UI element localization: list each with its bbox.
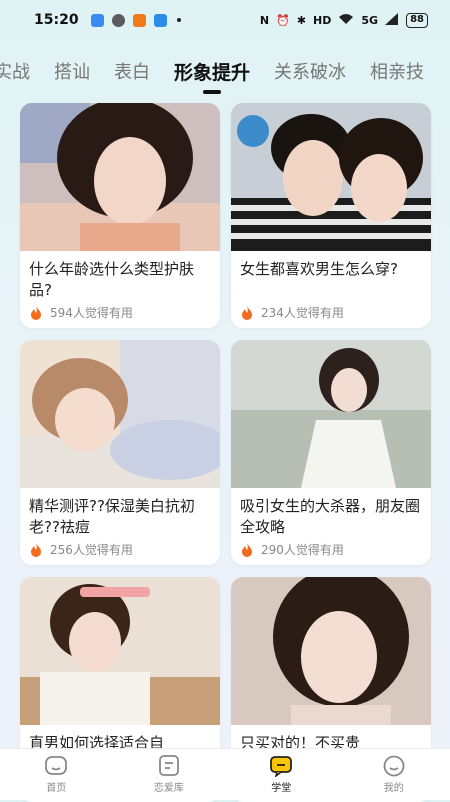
tab-image-improvement[interactable]: 形象提升 (174, 52, 250, 85)
flame-icon (240, 543, 254, 557)
article-likes: 256人觉得有用 (20, 538, 220, 561)
wifi-icon (338, 13, 354, 28)
nav-library[interactable]: 恋爱库 (129, 755, 209, 794)
nfc-icon: N (260, 14, 269, 27)
likes-count: 290人觉得有用 (261, 541, 344, 558)
nav-profile-label: 我的 (384, 779, 404, 794)
article-likes: 594人觉得有用 (20, 301, 220, 324)
nav-home-label: 首页 (46, 779, 66, 794)
category-tabs: 实战 搭讪 表白 形象提升 关系破冰 相亲技 (0, 52, 450, 92)
network-label: 5G (361, 14, 378, 27)
library-icon (157, 755, 181, 777)
flame-icon (29, 306, 43, 320)
signal-icon (385, 13, 399, 28)
article-card[interactable]: 女生都喜欢男生怎么穿? 234人觉得有用 (231, 103, 431, 328)
article-title: 什么年龄选什么类型护肤品? (20, 251, 220, 301)
nav-home[interactable]: 首页 (16, 755, 96, 794)
more-notifications-icon (177, 18, 181, 22)
article-thumbnail (20, 340, 220, 488)
article-title: 吸引女生的大杀器，朋友圈全攻略 (231, 488, 431, 538)
article-likes: 290人觉得有用 (231, 538, 431, 561)
article-title: 精华测评??保湿美白抗初老??祛痘 (20, 488, 220, 538)
bottom-navigation: 首页 恋爱库 学堂 我的 (0, 748, 450, 800)
tab-shizhan[interactable]: 实战 (0, 52, 30, 84)
article-card[interactable]: 精华测评??保湿美白抗初老??祛痘 256人觉得有用 (20, 340, 220, 565)
flame-icon (29, 543, 43, 557)
tab-blind-date[interactable]: 相亲技 (370, 52, 424, 84)
article-card[interactable]: 什么年龄选什么类型护肤品? 594人觉得有用 (20, 103, 220, 328)
profile-icon (382, 755, 406, 777)
status-time: 15:20 (34, 12, 79, 28)
tab-dashan[interactable]: 搭讪 (54, 52, 90, 84)
article-thumbnail (20, 577, 220, 725)
status-bar: 15:20 N ⏰ ✱ HD 5G 88 (0, 0, 450, 40)
home-icon (44, 755, 68, 777)
article-card[interactable]: 吸引女生的大杀器，朋友圈全攻略 290人觉得有用 (231, 340, 431, 565)
wechat-icon (112, 14, 125, 27)
alarm-icon: ⏰ (276, 14, 290, 27)
school-icon (269, 755, 293, 777)
hd-icon: HD (313, 14, 331, 27)
article-grid: 什么年龄选什么类型护肤品? 594人觉得有用 女生都喜欢男生怎么穿? (20, 103, 432, 802)
likes-count: 256人觉得有用 (50, 541, 133, 558)
notification-app-icon (91, 14, 104, 27)
article-likes: 234人觉得有用 (231, 301, 431, 324)
article-title: 女生都喜欢男生怎么穿? (231, 251, 431, 301)
nav-profile[interactable]: 我的 (354, 755, 434, 794)
tab-biaobai[interactable]: 表白 (114, 52, 150, 84)
tab-icebreaking[interactable]: 关系破冰 (274, 52, 346, 84)
likes-count: 594人觉得有用 (50, 304, 133, 321)
notification-app-icon (133, 14, 146, 27)
battery-indicator: 88 (406, 13, 428, 28)
flame-icon (240, 306, 254, 320)
likes-count: 234人觉得有用 (261, 304, 344, 321)
notification-app-icon (154, 14, 167, 27)
nav-school[interactable]: 学堂 (241, 755, 321, 794)
nav-library-label: 恋爱库 (154, 779, 184, 794)
article-thumbnail (231, 103, 431, 251)
bluetooth-icon: ✱ (297, 14, 306, 27)
article-thumbnail (231, 577, 431, 725)
article-thumbnail (231, 340, 431, 488)
article-thumbnail (20, 103, 220, 251)
nav-school-label: 学堂 (271, 779, 291, 794)
